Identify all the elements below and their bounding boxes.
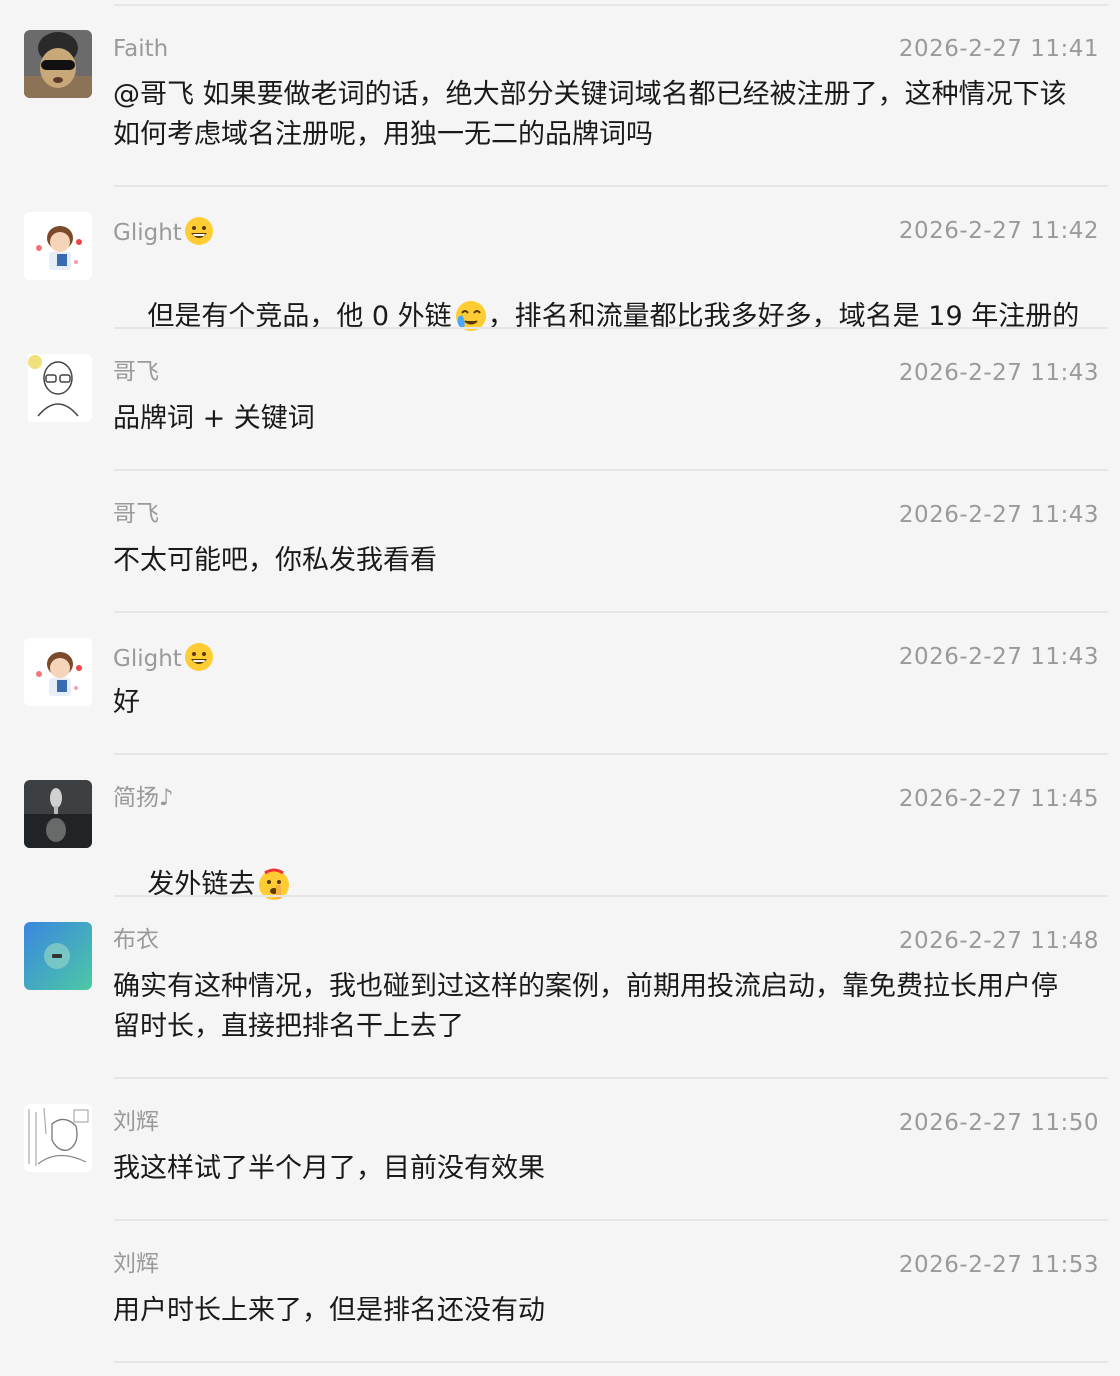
timestamp: 2026-2-27 11:43 [898,360,1099,386]
divider [114,895,1108,897]
sender-name: 简扬♪ [113,785,174,811]
sender-label: Glight [113,646,182,672]
divider [114,611,1108,613]
sender-label: Glight [113,220,182,246]
message-text: 品牌词 + 关键词 [113,403,315,434]
sender-name: 布衣 [113,927,159,953]
divider [114,469,1108,471]
grinning-face-icon [184,217,213,245]
sender-name: 刘辉 [113,1251,159,1277]
divider [114,4,1108,6]
sender-name: 哥飞 [113,501,159,527]
avatar[interactable] [24,212,92,280]
divider [114,753,1108,755]
divider [114,1361,1108,1363]
message-text: 我这样试了半个月了，目前没有效果 [113,1153,545,1184]
timestamp: 2026-2-27 11:50 [898,1110,1099,1136]
divider [114,1077,1108,1079]
timestamp: 2026-2-27 11:43 [898,502,1099,528]
divider [114,327,1108,329]
timestamp: 2026-2-27 11:42 [898,218,1099,244]
divider [114,185,1108,187]
message-text: 用户时长上来了，但是排名还没有动 [113,1295,545,1326]
sender-name: Glight [113,642,214,673]
divider [114,1219,1108,1221]
message-text: 不太可能吧，你私发我看看 [113,545,437,576]
avatar[interactable] [24,30,92,98]
avatar[interactable] [24,780,92,848]
timestamp: 2026-2-27 11:48 [898,928,1099,954]
message-text: @哥飞 如果要做老词的话，绝大部分关键词域名都已经被注册了，这种情况下该 如何考… [113,79,1067,150]
timestamp: 2026-2-27 11:53 [898,1252,1099,1278]
sender-name: 刘辉 [113,1109,159,1135]
timestamp: 2026-2-27 11:41 [898,36,1099,62]
avatar[interactable] [24,354,92,422]
grinning-face-icon [184,643,213,671]
sender-name: Faith [113,36,169,62]
avatar[interactable] [24,1104,92,1172]
avatar[interactable] [24,922,92,990]
sender-name: 哥飞 [113,359,159,385]
message-text: 好 [113,687,140,718]
timestamp: 2026-2-27 11:43 [898,644,1099,670]
timestamp: 2026-2-27 11:45 [898,786,1099,812]
message-text: 确实有这种情况，我也碰到过这样的案例，前期用投流启动，靠免费拉长用户停 留时长，… [113,971,1058,1042]
sender-name: Glight [113,216,214,247]
avatar[interactable] [24,638,92,706]
